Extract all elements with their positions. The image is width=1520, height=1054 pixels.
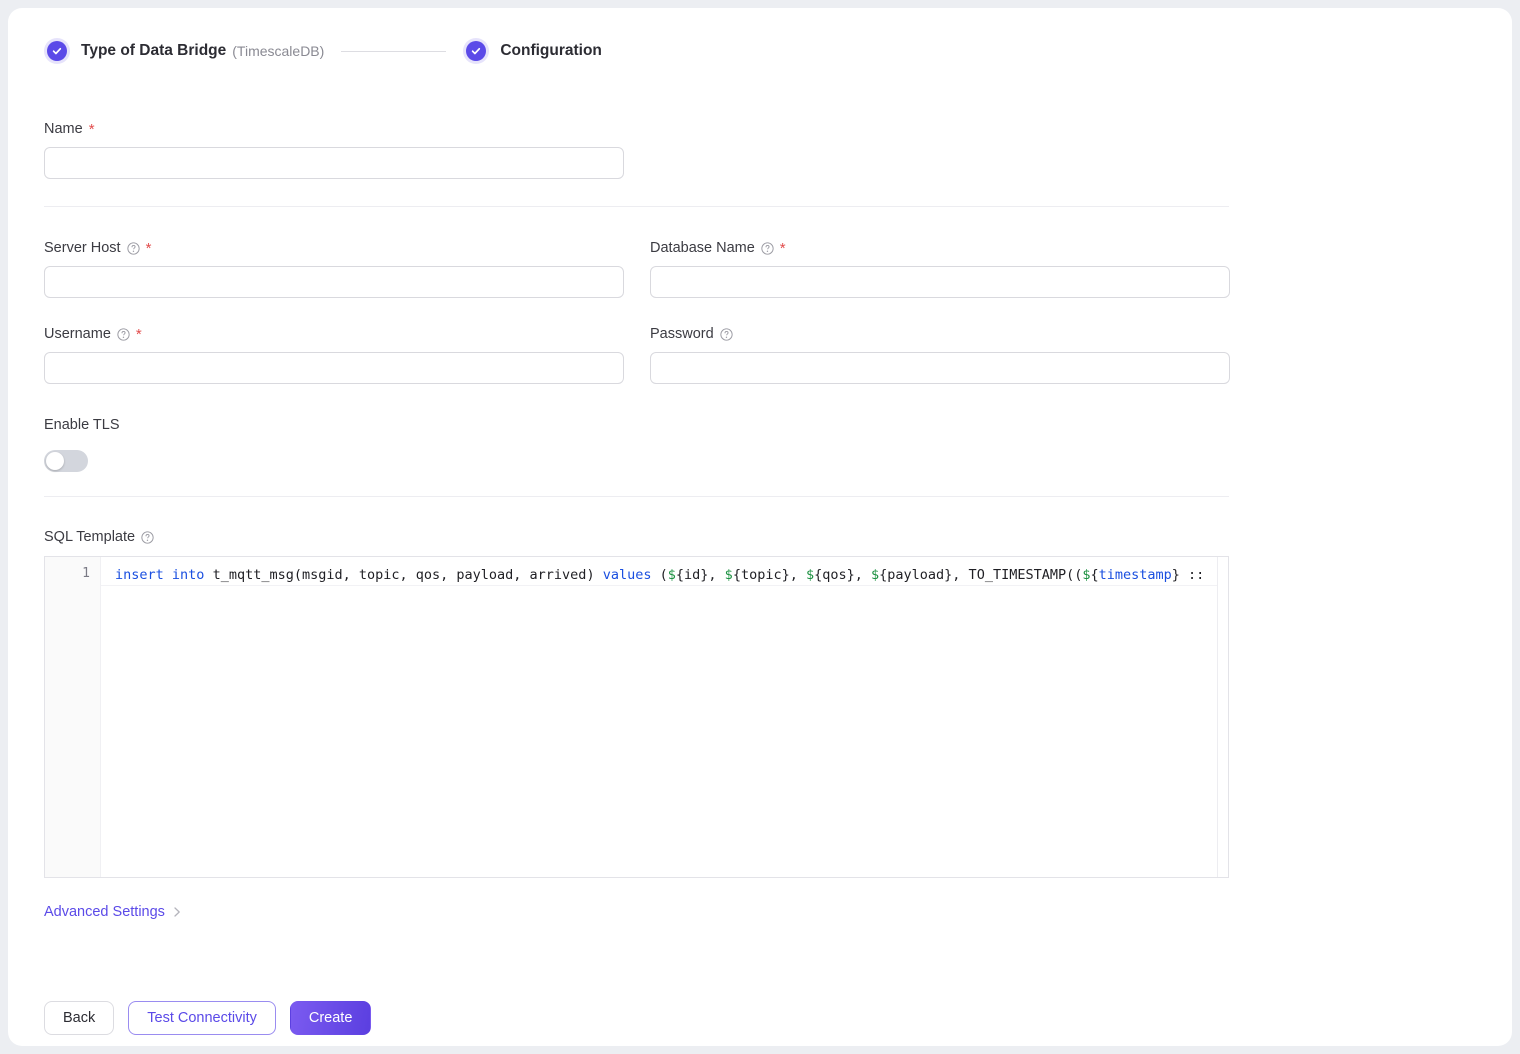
test-connectivity-button[interactable]: Test Connectivity — [128, 1001, 276, 1035]
sql-template-label-row: SQL Template — [44, 528, 1229, 546]
password-label-row: Password — [650, 325, 1230, 343]
help-icon[interactable] — [720, 328, 733, 341]
field-server-host: Server Host * — [44, 239, 624, 298]
row-host-database: Server Host * Database Name — [44, 239, 1230, 298]
name-label: Name — [44, 121, 83, 137]
name-label-row: Name * — [44, 120, 624, 138]
stepper-connector — [341, 51, 446, 52]
database-name-input[interactable] — [650, 266, 1230, 298]
sql-template-editor[interactable]: 1 insert into t_mqtt_msg(msgid, topic, q… — [44, 556, 1229, 878]
password-input[interactable] — [650, 352, 1230, 384]
editor-active-line-underline — [101, 585, 1217, 586]
username-label-row: Username * — [44, 325, 624, 343]
line-number: 1 — [82, 566, 90, 581]
required-marker: * — [89, 122, 95, 137]
divider-top — [44, 206, 1229, 207]
help-icon[interactable] — [127, 242, 140, 255]
check-circle-icon — [44, 38, 70, 64]
check-circle-icon — [463, 38, 489, 64]
toggle-knob — [46, 452, 64, 470]
username-input[interactable] — [44, 352, 624, 384]
required-marker: * — [146, 241, 152, 256]
server-host-label-row: Server Host * — [44, 239, 624, 257]
sql-template-label: SQL Template — [44, 529, 135, 545]
step-label: Type of Data Bridge — [81, 42, 226, 60]
divider-bottom — [44, 496, 1229, 497]
password-label: Password — [650, 326, 714, 342]
field-username: Username * — [44, 325, 624, 384]
database-name-label: Database Name — [650, 240, 755, 256]
username-label: Username — [44, 326, 111, 342]
server-host-label: Server Host — [44, 240, 121, 256]
action-buttons: Back Test Connectivity Create — [44, 1001, 371, 1035]
row-username-password: Username * Password — [44, 325, 1230, 384]
editor-gutter: 1 — [45, 557, 101, 877]
field-database-name: Database Name * — [650, 239, 1230, 298]
help-icon[interactable] — [117, 328, 130, 341]
create-button[interactable]: Create — [290, 1001, 372, 1035]
step-configuration[interactable]: Configuration — [463, 38, 602, 64]
sql-code-line[interactable]: insert into t_mqtt_msg(msgid, topic, qos… — [115, 565, 1214, 585]
advanced-settings-label: Advanced Settings — [44, 904, 165, 920]
help-icon[interactable] — [141, 531, 154, 544]
required-marker: * — [780, 241, 786, 256]
help-icon[interactable] — [761, 242, 774, 255]
stepper: Type of Data Bridge (TimescaleDB) Config… — [44, 38, 602, 64]
chevron-right-icon — [172, 906, 182, 918]
server-host-input[interactable] — [44, 266, 624, 298]
advanced-settings-link[interactable]: Advanced Settings — [44, 904, 182, 920]
back-button[interactable]: Back — [44, 1001, 114, 1035]
field-sql-template: SQL Template 1 insert into t_mqtt_msg(ms… — [44, 528, 1229, 878]
field-name: Name * — [44, 120, 624, 179]
database-name-label-row: Database Name * — [650, 239, 1230, 257]
step-label: Configuration — [500, 42, 602, 60]
step-sublabel: (TimescaleDB) — [232, 43, 324, 59]
step-type-of-data-bridge[interactable]: Type of Data Bridge (TimescaleDB) — [44, 38, 324, 64]
editor-vertical-scrollbar[interactable] — [1217, 557, 1228, 877]
enable-tls-toggle[interactable] — [44, 450, 88, 472]
field-password: Password — [650, 325, 1230, 384]
name-input[interactable] — [44, 147, 624, 179]
bridge-config-card: Type of Data Bridge (TimescaleDB) Config… — [8, 8, 1512, 1046]
field-enable-tls: Enable TLS — [44, 416, 120, 472]
required-marker: * — [136, 327, 142, 342]
enable-tls-label: Enable TLS — [44, 416, 120, 434]
